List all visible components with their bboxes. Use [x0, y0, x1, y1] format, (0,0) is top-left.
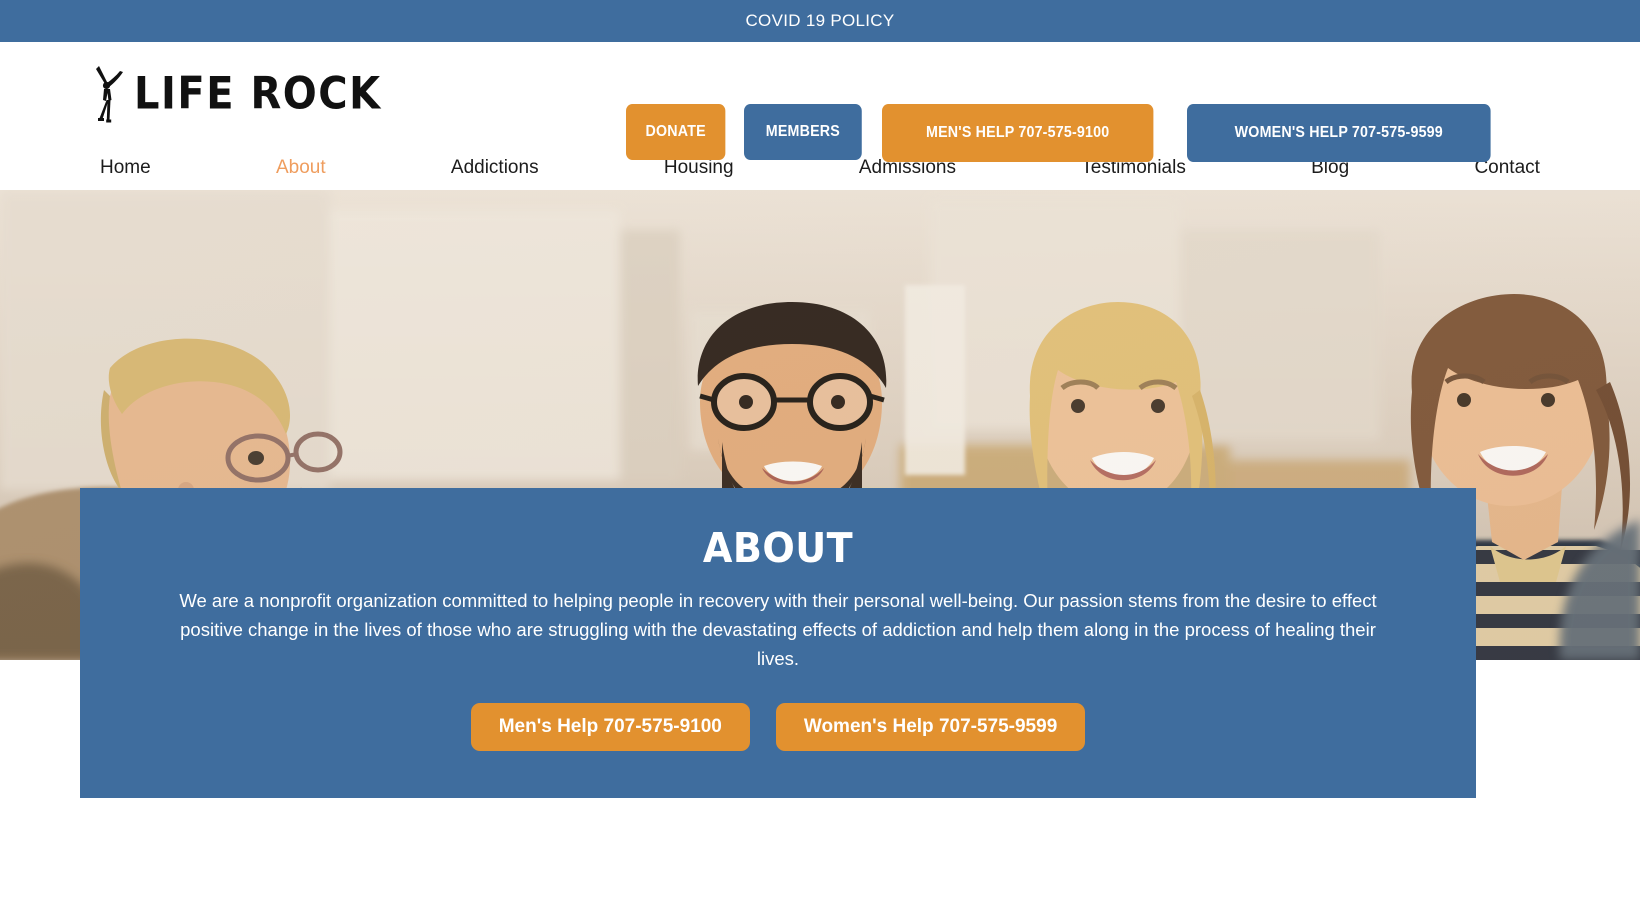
site-header: LIFE ROCK DONATE MEMBERS MEN'S HELP 707-… — [0, 42, 1640, 162]
cta-mens-help-button[interactable]: Men's Help 707-575-9100 — [470, 703, 750, 751]
donate-button[interactable]: DONATE — [626, 104, 726, 160]
header-action-buttons: DONATE MEMBERS MEN'S HELP 707-575-9100 W… — [626, 104, 1517, 162]
page-title: ABOUT — [702, 524, 854, 572]
cta-womens-help-button[interactable]: Women's Help 707-575-9599 — [775, 703, 1086, 751]
nav-item-home[interactable]: Home — [100, 157, 151, 179]
about-body-text: We are a nonprofit organization committe… — [179, 590, 1377, 669]
about-cta-row: Men's Help 707-575-9100 Women's Help 707… — [80, 703, 1476, 751]
nav-item-about[interactable]: About — [276, 157, 326, 179]
covid-policy-banner[interactable]: COVID 19 POLICY — [0, 0, 1640, 42]
about-overlay-card: ABOUT We are a nonprofit organization co… — [80, 488, 1476, 798]
nav-item-addictions[interactable]: Addictions — [451, 157, 539, 179]
womens-help-phone-button[interactable]: WOMEN'S HELP 707-575-9599 — [1187, 104, 1491, 162]
logo-wordmark: LIFE ROCK — [134, 67, 382, 120]
covid-policy-label: COVID 19 POLICY — [745, 11, 895, 30]
jumping-person-icon — [96, 65, 123, 122]
page-bottom-whitespace — [0, 798, 1640, 906]
mens-help-phone-button[interactable]: MEN'S HELP 707-575-9100 — [882, 104, 1154, 162]
site-logo[interactable]: LIFE ROCK — [88, 63, 382, 125]
members-button[interactable]: MEMBERS — [744, 104, 862, 160]
